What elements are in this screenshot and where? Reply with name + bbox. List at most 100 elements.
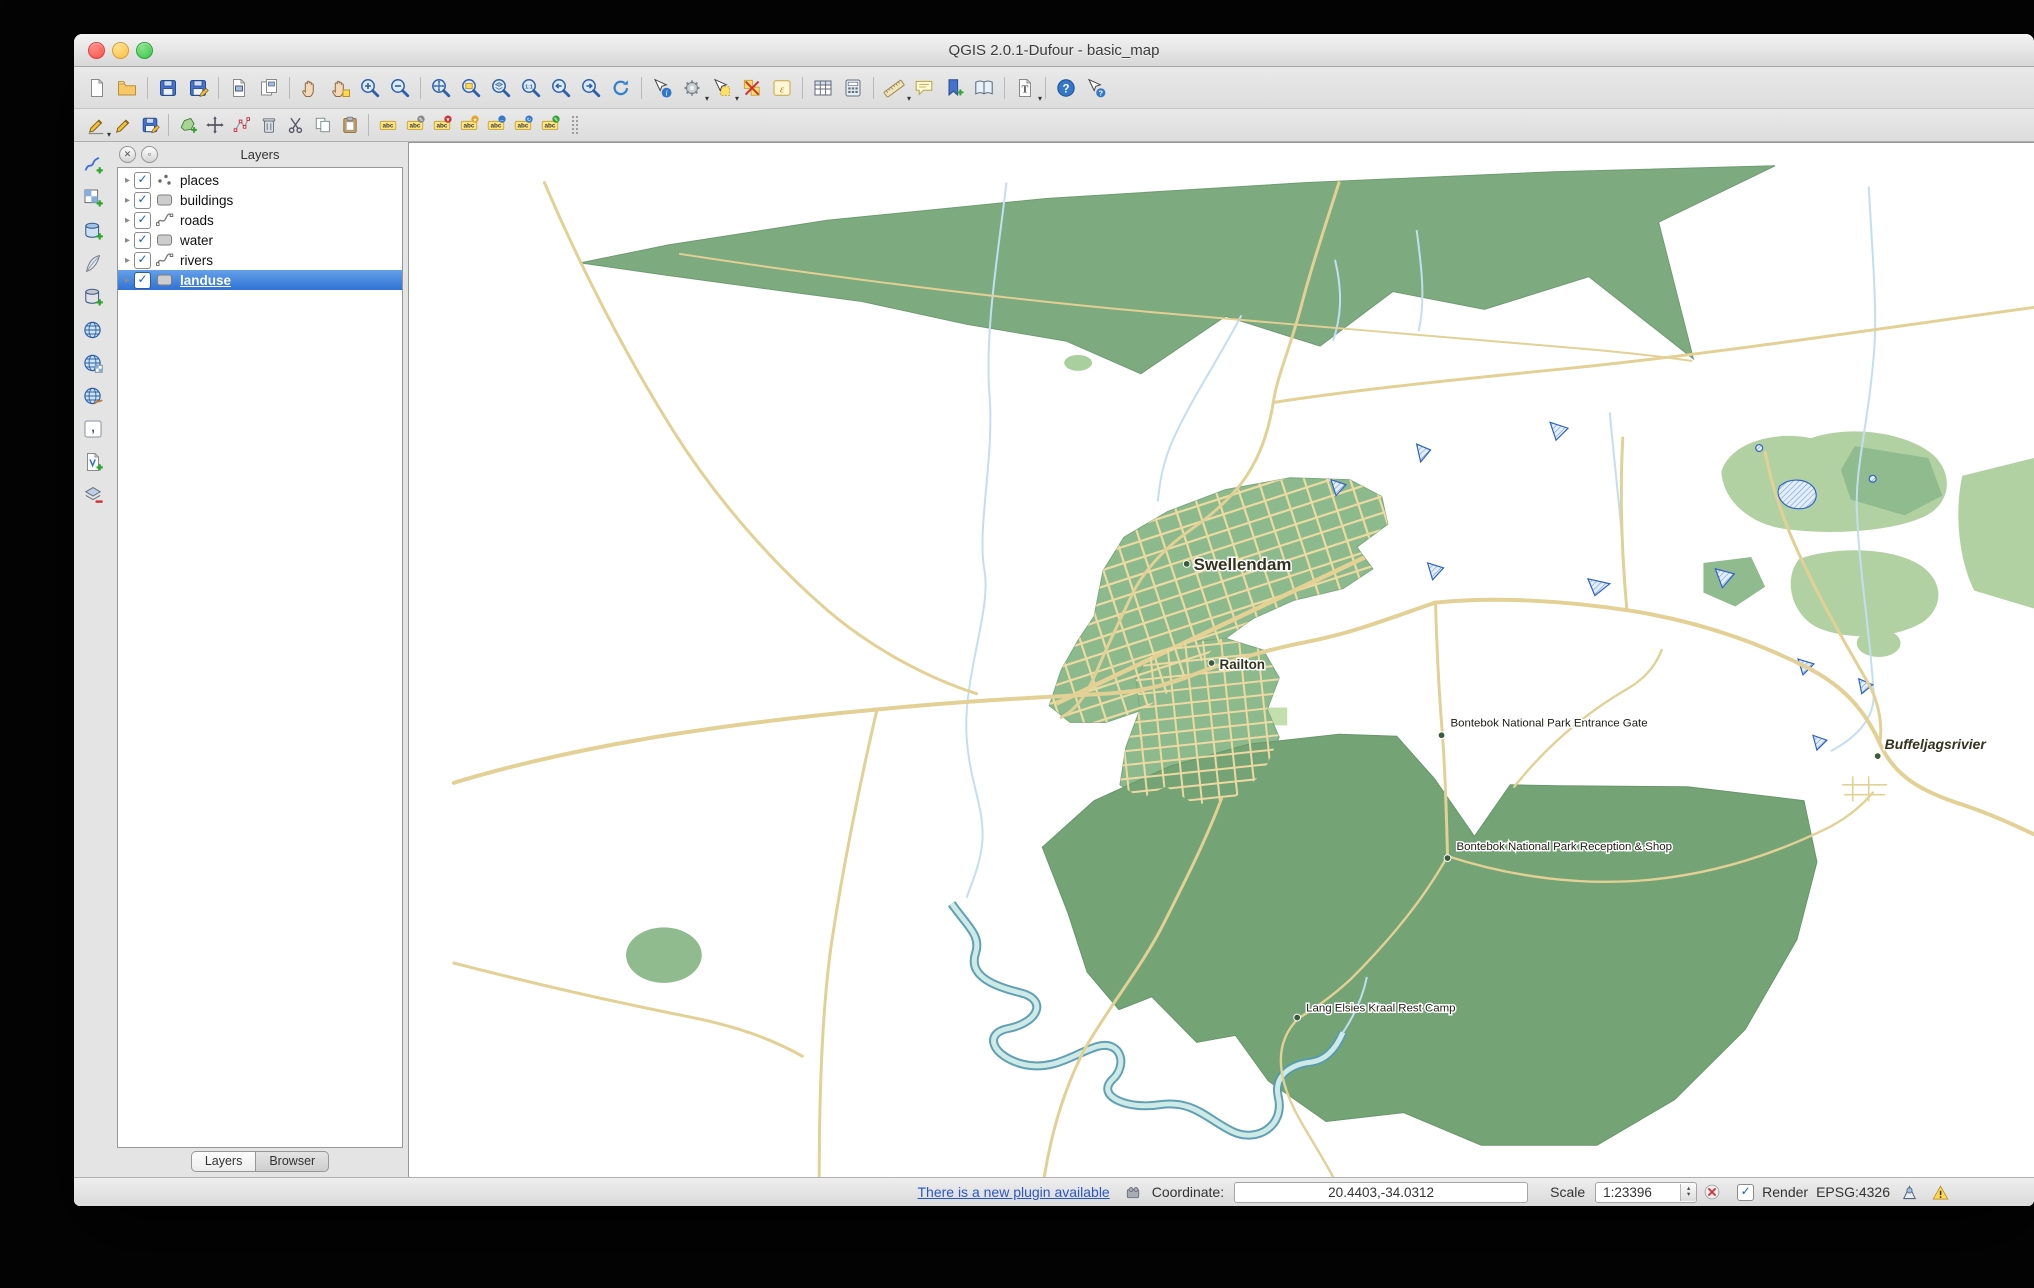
save-layer-edits-button[interactable] [136, 112, 163, 139]
add-mssql-layer-icon [82, 286, 104, 308]
zoom-out-button[interactable] [385, 73, 415, 103]
scale-combobox[interactable]: 1:23396 ▴▾ [1595, 1182, 1697, 1203]
current-edits-button[interactable]: ▾ [82, 112, 109, 139]
open-project-button[interactable] [112, 73, 142, 103]
layer-row-water[interactable]: ▸ ✓ water [118, 230, 402, 250]
close-button[interactable] [88, 42, 105, 59]
add-spatialite-layer-button[interactable] [78, 249, 108, 278]
remove-layer-button[interactable] [78, 480, 108, 509]
expand-arrow-icon[interactable]: ▸ [121, 175, 134, 186]
highlight-labels-button[interactable]: abc★ [455, 112, 482, 139]
new-bookmark-button[interactable] [939, 73, 969, 103]
save-project-button[interactable] [153, 73, 183, 103]
map-canvas[interactable]: SwellendamRailtonBontebok National Park … [409, 143, 2034, 1177]
layer-checkbox[interactable]: ✓ [134, 252, 151, 269]
add-wfs-layer-button[interactable] [78, 381, 108, 410]
tab-layers[interactable]: Layers [191, 1151, 256, 1172]
deselect-features-button[interactable] [737, 73, 767, 103]
zoom-last-button[interactable] [546, 73, 576, 103]
pan-to-selection-button[interactable] [325, 73, 355, 103]
layer-checkbox[interactable]: ✓ [134, 212, 151, 229]
layer-row-buildings[interactable]: ▸ ✓ buildings [118, 190, 402, 210]
add-raster-layer-button[interactable] [78, 183, 108, 212]
new-plugin-link[interactable]: There is a new plugin available [917, 1184, 1109, 1200]
new-project-button[interactable] [82, 73, 112, 103]
dropdown-arrow-icon[interactable]: ▾ [1038, 94, 1042, 103]
show-bookmarks-button[interactable] [969, 73, 999, 103]
layer-checkbox[interactable]: ✓ [134, 192, 151, 209]
identify-features-button[interactable]: i [647, 73, 677, 103]
add-mssql-layer-button[interactable] [78, 282, 108, 311]
whats-this-button[interactable]: ? [1081, 73, 1111, 103]
toggle-editing-button[interactable] [109, 112, 136, 139]
pan-map-button[interactable] [295, 73, 325, 103]
run-feature-action-button[interactable]: ▾ [677, 73, 707, 103]
tab-browser[interactable]: Browser [255, 1151, 329, 1172]
panel-close-button[interactable]: ✕ [119, 146, 136, 163]
labeling-button[interactable]: abc [374, 112, 401, 139]
layer-row-roads[interactable]: ▸ ✓ roads [118, 210, 402, 230]
layer-checkbox[interactable]: ✓ [134, 172, 151, 189]
help-contents-button[interactable]: ? [1051, 73, 1081, 103]
add-postgis-layer-icon [82, 220, 104, 242]
expand-arrow-icon[interactable]: ▸ [121, 255, 134, 266]
change-label-button[interactable]: abc✎ [401, 112, 428, 139]
composer-manager-button[interactable] [254, 73, 284, 103]
new-shapefile-layer-button[interactable] [78, 447, 108, 476]
change-label-properties-button[interactable]: abc✎ [536, 112, 563, 139]
node-tool-button[interactable] [228, 112, 255, 139]
add-postgis-layer-button[interactable] [78, 216, 108, 245]
measure-button[interactable]: ▾ [879, 73, 909, 103]
layer-checkbox[interactable]: ✓ [134, 272, 151, 289]
stop-rendering-icon[interactable] [1703, 1183, 1721, 1201]
zoom-full-button[interactable] [426, 73, 456, 103]
add-wms-layer-button[interactable] [78, 315, 108, 344]
select-features-button[interactable]: ▾ [707, 73, 737, 103]
expand-arrow-icon[interactable]: ▸ [121, 275, 134, 286]
map-tips-button[interactable] [909, 73, 939, 103]
layer-row-rivers[interactable]: ▸ ✓ rivers [118, 250, 402, 270]
layers-panel-header[interactable]: ✕ ▫ Layers [112, 142, 408, 167]
layer-row-places[interactable]: ▸ ✓ places [118, 170, 402, 190]
move-feature-button[interactable] [201, 112, 228, 139]
add-vector-layer-button[interactable] [78, 150, 108, 179]
minimize-button[interactable] [112, 42, 129, 59]
toolbar-grip[interactable] [571, 115, 578, 135]
zoom-window-button[interactable] [136, 42, 153, 59]
pin-labels-button[interactable]: abc▼ [428, 112, 455, 139]
expand-arrow-icon[interactable]: ▸ [121, 235, 134, 246]
zoom-in-button[interactable] [355, 73, 385, 103]
rotate-label-button[interactable]: abc↻ [509, 112, 536, 139]
add-feature-button[interactable] [174, 112, 201, 139]
field-calculator-button[interactable] [838, 73, 868, 103]
expand-arrow-icon[interactable]: ▸ [121, 195, 134, 206]
move-label-button[interactable]: abc↔ [482, 112, 509, 139]
add-wcs-layer-button[interactable] [78, 348, 108, 377]
expand-arrow-icon[interactable]: ▸ [121, 215, 134, 226]
save-project-as-button[interactable] [183, 73, 213, 103]
layer-row-landuse[interactable]: ▸ ✓ landuse [118, 270, 402, 290]
select-by-expression-button[interactable]: ε [767, 73, 797, 103]
paste-features-button[interactable] [336, 112, 363, 139]
zoom-to-selection-button[interactable] [456, 73, 486, 103]
delete-selected-button[interactable] [255, 112, 282, 139]
zoom-actual-size-button[interactable]: 1:1 [516, 73, 546, 103]
panel-float-button[interactable]: ▫ [141, 146, 158, 163]
add-delimited-text-layer-button[interactable]: , [78, 414, 108, 443]
title-bar[interactable]: QGIS 2.0.1-Dufour - basic_map [74, 34, 2034, 67]
text-annotation-button[interactable]: T▾ [1010, 73, 1040, 103]
zoom-to-layer-button[interactable] [486, 73, 516, 103]
layer-tree[interactable]: ▸ ✓ places ▸ ✓ buildings ▸ ✓ roads [117, 167, 403, 1148]
coordinate-input[interactable]: 20.4403,-34.0312 [1234, 1182, 1528, 1203]
copy-features-button[interactable] [309, 112, 336, 139]
open-attribute-table-button[interactable] [808, 73, 838, 103]
spinner-arrows-icon[interactable]: ▴▾ [1680, 1184, 1696, 1201]
zoom-next-button[interactable] [576, 73, 606, 103]
refresh-map-button[interactable] [606, 73, 636, 103]
cut-features-button[interactable] [282, 112, 309, 139]
log-messages-button[interactable] [1931, 1183, 1950, 1202]
layer-checkbox[interactable]: ✓ [134, 232, 151, 249]
crs-status-button[interactable] [1900, 1183, 1919, 1202]
new-print-composer-button[interactable] [224, 73, 254, 103]
render-checkbox[interactable]: ✓ [1737, 1184, 1754, 1201]
